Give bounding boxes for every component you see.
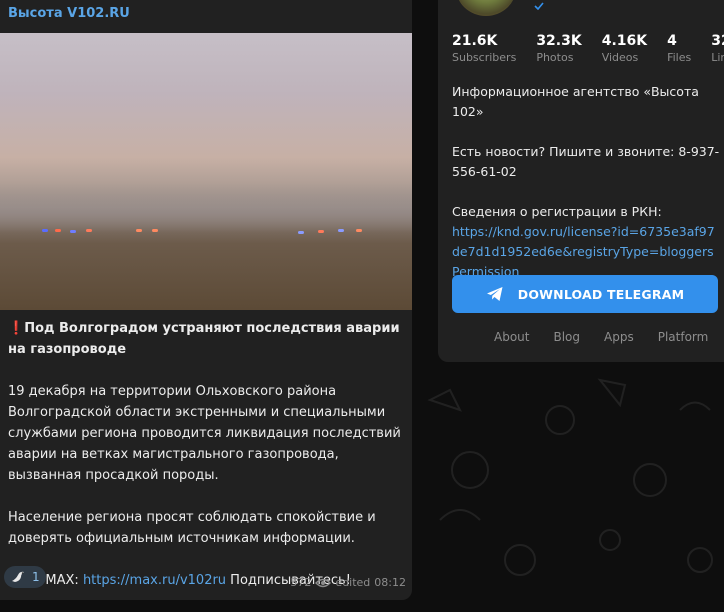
footer-link-about[interactable]: About <box>494 330 529 344</box>
download-button-label: DOWNLOAD TELEGRAM <box>517 286 685 302</box>
post-paragraph-2: Население региона просят соблюдать споко… <box>8 510 376 546</box>
stat-label: Files <box>667 51 692 64</box>
edited-label: edited <box>335 576 371 589</box>
vehicle-light <box>356 229 362 232</box>
registration-link[interactable]: https://knd.gov.ru/license?id=6735e3af97… <box>452 224 715 279</box>
footer-link-apps[interactable]: Apps <box>604 330 634 344</box>
vehicle-light <box>70 230 76 233</box>
stat-label: Photos <box>536 51 574 64</box>
stat-subscribers[interactable]: 21.6K Subscribers <box>452 33 516 64</box>
footer-links: About Blog Apps Platform <box>494 330 708 344</box>
vehicle-light <box>136 229 142 232</box>
contact-text: Есть новости? Пишите и звоните: 8-937-55… <box>452 144 720 179</box>
channel-post: Высота V102.RU ❗Под Волгоградом устраняю… <box>0 0 412 600</box>
vehicle-light <box>55 229 61 232</box>
stat-links[interactable]: 32.5 Links <box>711 33 724 64</box>
vehicle-light <box>338 229 344 232</box>
stat-files[interactable]: 4 Files <box>667 33 691 64</box>
eye-icon <box>315 578 332 587</box>
vehicle-light <box>86 229 92 232</box>
stat-label: Videos <box>601 51 639 64</box>
channel-name-link[interactable]: Высота V102.RU <box>8 6 130 21</box>
vehicle-light <box>318 230 324 233</box>
view-count: 572 <box>290 576 312 589</box>
stat-value: 4 <box>667 33 677 49</box>
post-photo[interactable] <box>0 33 412 310</box>
channel-description: Информационное агентство «Высота 102» Ес… <box>452 82 720 282</box>
stat-value: 21.6K <box>452 33 498 49</box>
max-link[interactable]: https://max.ru/v102ru <box>83 573 226 588</box>
dove-icon <box>12 571 24 582</box>
reaction-count: 1 <box>32 570 40 584</box>
post-text: ❗Под Волгоградом устраняют последствия а… <box>8 318 404 612</box>
registration-label: Сведения о регистрации в РКН: <box>452 204 662 219</box>
post-meta: 572 edited 08:12 <box>290 576 406 589</box>
vehicle-light <box>298 231 304 234</box>
footer-link-blog[interactable]: Blog <box>553 330 580 344</box>
exclamation-icon: ❗ <box>8 321 25 336</box>
stat-photos[interactable]: 32.3K Photos <box>536 33 581 64</box>
channel-info-panel: 21.6K Subscribers 32.3K Photos 4.16K Vid… <box>438 0 724 362</box>
stat-value: 32.3K <box>536 33 582 49</box>
verified-icon <box>534 2 544 10</box>
channel-stats: 21.6K Subscribers 32.3K Photos 4.16K Vid… <box>452 33 724 64</box>
post-time: 08:12 <box>374 576 406 589</box>
vehicle-light <box>152 229 158 232</box>
stat-videos[interactable]: 4.16K Videos <box>602 33 647 64</box>
post-headline: Под Волгоградом устраняют последствия ав… <box>8 321 400 357</box>
stat-value: 32.5 <box>711 33 724 49</box>
download-telegram-button[interactable]: DOWNLOAD TELEGRAM <box>452 275 718 313</box>
description-text: Информационное агентство «Высота 102» <box>452 84 699 119</box>
fog-layer <box>0 183 412 243</box>
reaction-button[interactable]: 1 <box>4 566 46 588</box>
stat-label: Subscribers <box>452 51 517 64</box>
channel-avatar[interactable] <box>456 0 516 16</box>
footer-link-platform[interactable]: Platform <box>658 330 709 344</box>
vehicle-light <box>42 229 48 232</box>
stat-value: 4.16K <box>601 33 648 49</box>
telegram-plane-icon <box>486 287 503 301</box>
post-paragraph-1: 19 декабря на территории Ольховского рай… <box>8 384 401 483</box>
stat-label: Links <box>711 51 724 64</box>
